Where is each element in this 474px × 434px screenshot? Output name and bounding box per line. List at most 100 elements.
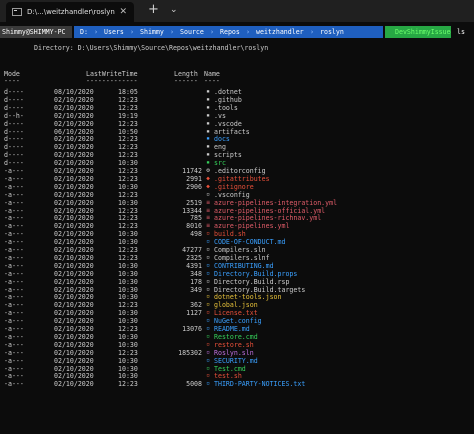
entry-date: 02/10/2020 [54, 380, 94, 389]
list-item: -a--- 02/10/2020 10:30 ▫ SECURITY.md [0, 357, 474, 365]
entry-time: 19:19 [118, 111, 138, 120]
entry-date: 02/10/2020 [54, 325, 94, 333]
entry-length: 11742 [182, 167, 202, 175]
file-type-icon: ▫ [206, 293, 210, 301]
prompt-path-part: Users [104, 28, 124, 36]
entry-time: 10:30 [118, 317, 138, 326]
entry-time: 10:30 [118, 309, 138, 318]
entry-length: 2325 [186, 253, 202, 262]
entry-length: 2519 [186, 198, 202, 207]
entry-mode: -a--- [4, 246, 24, 254]
entry-mode: -a--- [4, 277, 24, 286]
entry-date: 02/10/2020 [54, 277, 94, 286]
tab-title: D:\...\weitzhandler\roslyn [27, 8, 115, 16]
file-type-icon: ◆ [206, 174, 210, 182]
prompt-git-branch: DevShimmyIssue#45358 [385, 26, 451, 38]
file-type-icon: ▪ [206, 135, 210, 143]
list-item: -a--- 02/10/2020 10:30 348 ▫ Directory.Build.… [0, 270, 474, 278]
entry-date: 02/10/2020 [54, 95, 94, 104]
file-type-icon: ▫ [206, 340, 210, 348]
file-type-icon: ▫ [206, 190, 210, 198]
chevron-right-icon: › [170, 28, 174, 36]
file-type-icon: ⚙ [206, 167, 210, 174]
list-item: -a--- 02/10/2020 12:23 ▫ .vsconfig [0, 191, 474, 199]
entry-date: 02/10/2020 [54, 269, 94, 278]
entry-date: 02/10/2020 [54, 261, 94, 270]
entry-name: Compilers.slnf [214, 253, 270, 262]
list-item: -a--- 02/10/2020 10:30 178 ▫ Directory.Build.… [0, 278, 474, 286]
entry-time: 10:30 [118, 332, 138, 341]
entry-name: Compilers.sln [214, 246, 266, 254]
list-item: -a--- 02/10/2020 12:23 362 ▫ global.json [0, 301, 474, 309]
entry-date: 02/10/2020 [54, 182, 94, 191]
entry-mode: -a--- [4, 364, 24, 373]
entry-time: 10:30 [118, 230, 138, 239]
prompt-path-part: Source [180, 28, 204, 36]
entry-mode: -a--- [4, 309, 24, 318]
entry-name: Restore.cmd [214, 332, 258, 341]
entry-mode: -a--- [4, 206, 24, 215]
new-tab-button[interactable]: + [148, 3, 159, 17]
close-icon[interactable]: ✕ [119, 7, 127, 17]
entry-length: 498 [190, 230, 202, 239]
entry-name: build.sh [214, 230, 246, 239]
entry-name: docs [214, 135, 230, 144]
entry-mode: -a--- [4, 214, 24, 223]
entry-date: 02/10/2020 [54, 214, 94, 223]
entry-time: 12:23 [118, 190, 138, 199]
entry-name: global.json [214, 301, 258, 310]
entry-name: README.md [214, 325, 250, 333]
entry-date: 02/10/2020 [54, 111, 94, 120]
entry-name: .vscode [214, 119, 242, 128]
file-type-icon: ▫ [206, 372, 210, 380]
tab-dropdown-button[interactable]: ⌄ [170, 5, 178, 15]
list-item: d---- 02/10/2020 12:23 ▪ eng [0, 143, 474, 151]
prompt-path-part: Shimmy [140, 28, 164, 36]
entry-mode: -a--- [4, 253, 24, 262]
entry-length: 5008 [186, 380, 202, 389]
list-item: -a--- 02/10/2020 10:30 ▫ Test.cmd [0, 365, 474, 373]
entry-length: 2991 [186, 174, 202, 183]
file-type-icon: ▪ [206, 111, 210, 119]
entry-time: 12:23 [118, 246, 138, 254]
entry-name: dotnet-tools.json [214, 293, 282, 302]
entry-mode: -a--- [4, 325, 24, 333]
entry-time: 12:23 [118, 253, 138, 262]
list-item: -a--- 02/10/2020 10:30 ▫ Restore.cmd [0, 333, 474, 341]
entry-mode: -a--- [4, 190, 24, 199]
terminal-tab[interactable]: D:\...\weitzhandler\roslyn ✕ [6, 2, 134, 22]
list-item: -a--- 02/10/2020 12:23 8016 ≡ azure-pipelines… [0, 222, 474, 230]
entry-name: Test.cmd [214, 364, 246, 373]
entry-mode: -a--- [4, 269, 24, 278]
entry-mode: d---- [4, 135, 24, 144]
chevron-right-icon: › [246, 28, 250, 36]
list-item: -a--- 02/10/2020 12:23 11742 ⚙ .editorconfig [0, 167, 474, 175]
file-type-icon: ▪ [206, 103, 210, 111]
underline-mode: ---- [4, 77, 20, 85]
underline-last-write-time: ------------- [86, 77, 138, 85]
list-item: d---- 02/10/2020 12:23 ▪ .tools [0, 104, 474, 112]
prompt-user-host: Shimmy@SHIMMY-PC [0, 26, 72, 38]
entry-name: .gitignore [214, 182, 254, 191]
list-item: -a--- 02/10/2020 12:23 785 ≡ azure-pipelines-… [0, 214, 474, 222]
entry-time: 12:23 [118, 103, 138, 112]
chevron-right-icon: › [130, 28, 134, 36]
entry-name: azure-pipelines-richnav.yml [214, 214, 322, 223]
list-item: -a--- 02/10/2020 10:30 ▫ restore.sh [0, 341, 474, 349]
entry-date: 02/10/2020 [54, 293, 94, 302]
entry-name: restore.sh [214, 340, 254, 349]
entry-mode: -a--- [4, 293, 24, 302]
list-item: -a--- 02/10/2020 12:23 2991 ◆ .gitattributes [0, 175, 474, 183]
entry-mode: d---- [4, 127, 24, 136]
entry-time: 12:23 [118, 380, 138, 389]
entry-name: azure-pipelines-integration.yml [214, 198, 338, 207]
entry-mode: d--h- [4, 111, 24, 120]
file-type-icon: ▫ [206, 285, 210, 293]
typed-command: ls [457, 28, 465, 36]
entry-time: 12:23 [118, 325, 138, 333]
file-type-icon: ▫ [206, 269, 210, 277]
entry-date: 02/10/2020 [54, 238, 94, 247]
entry-time: 12:23 [118, 95, 138, 104]
file-type-icon: ▫ [206, 238, 210, 246]
entry-name: .vsconfig [214, 190, 250, 199]
